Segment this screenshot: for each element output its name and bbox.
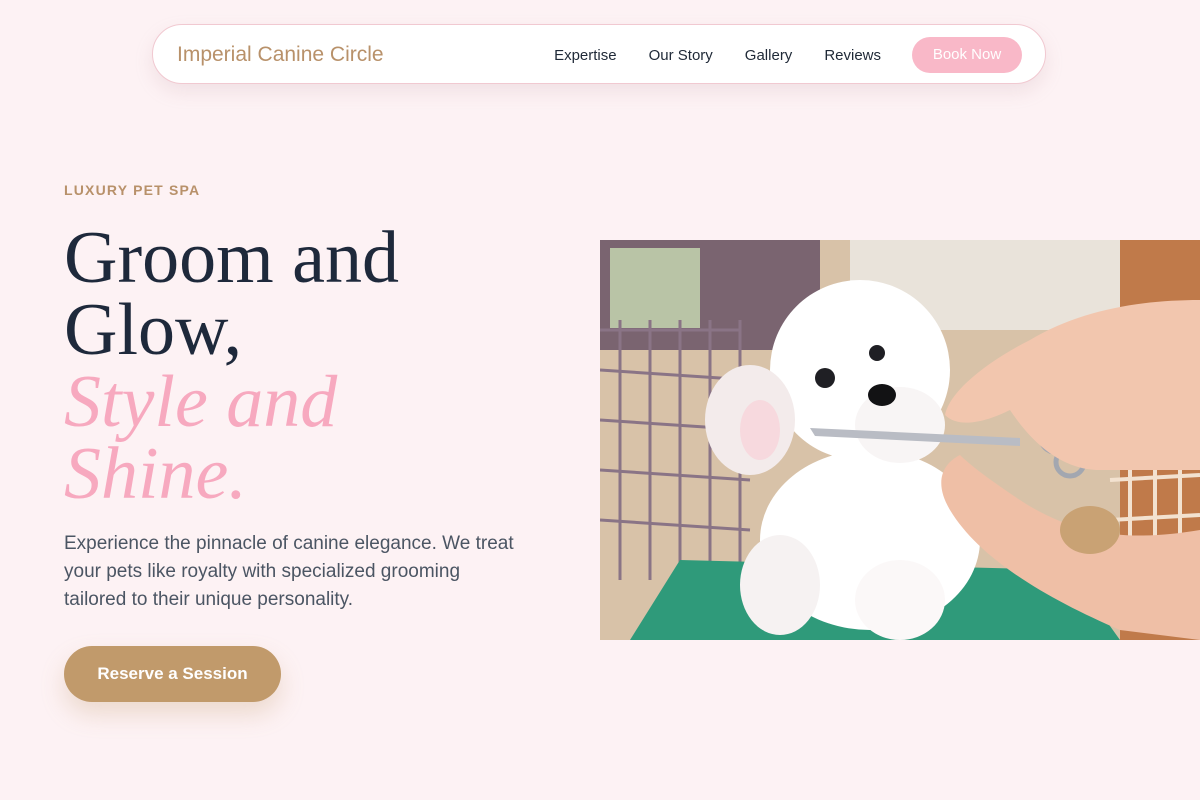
hero-eyebrow: LUXURY PET SPA (64, 182, 201, 198)
headline-line-1: Groom and (64, 217, 399, 299)
headline-accent-line-2: Shine. (64, 433, 247, 515)
headline-accent-line-1: Style and (64, 361, 338, 443)
brand-logo[interactable]: Imperial Canine Circle (177, 25, 384, 85)
nav-links: Expertise Our Story Gallery Reviews (554, 25, 881, 85)
hero-description: Experience the pinnacle of canine elegan… (64, 533, 514, 610)
hero-image (600, 240, 1200, 640)
nav-link-expertise[interactable]: Expertise (554, 47, 617, 64)
headline-line-2: Glow, (64, 289, 243, 371)
reserve-session-button[interactable]: Reserve a Session (64, 646, 281, 702)
top-navigation: Imperial Canine Circle Expertise Our Sto… (152, 24, 1046, 84)
nav-link-our-story[interactable]: Our Story (649, 47, 713, 64)
nav-link-gallery[interactable]: Gallery (745, 47, 793, 64)
nav-link-reviews[interactable]: Reviews (824, 47, 881, 64)
book-now-button[interactable]: Book Now (912, 37, 1022, 73)
hero-headline: Groom and Glow, Style and Shine. (64, 217, 399, 515)
